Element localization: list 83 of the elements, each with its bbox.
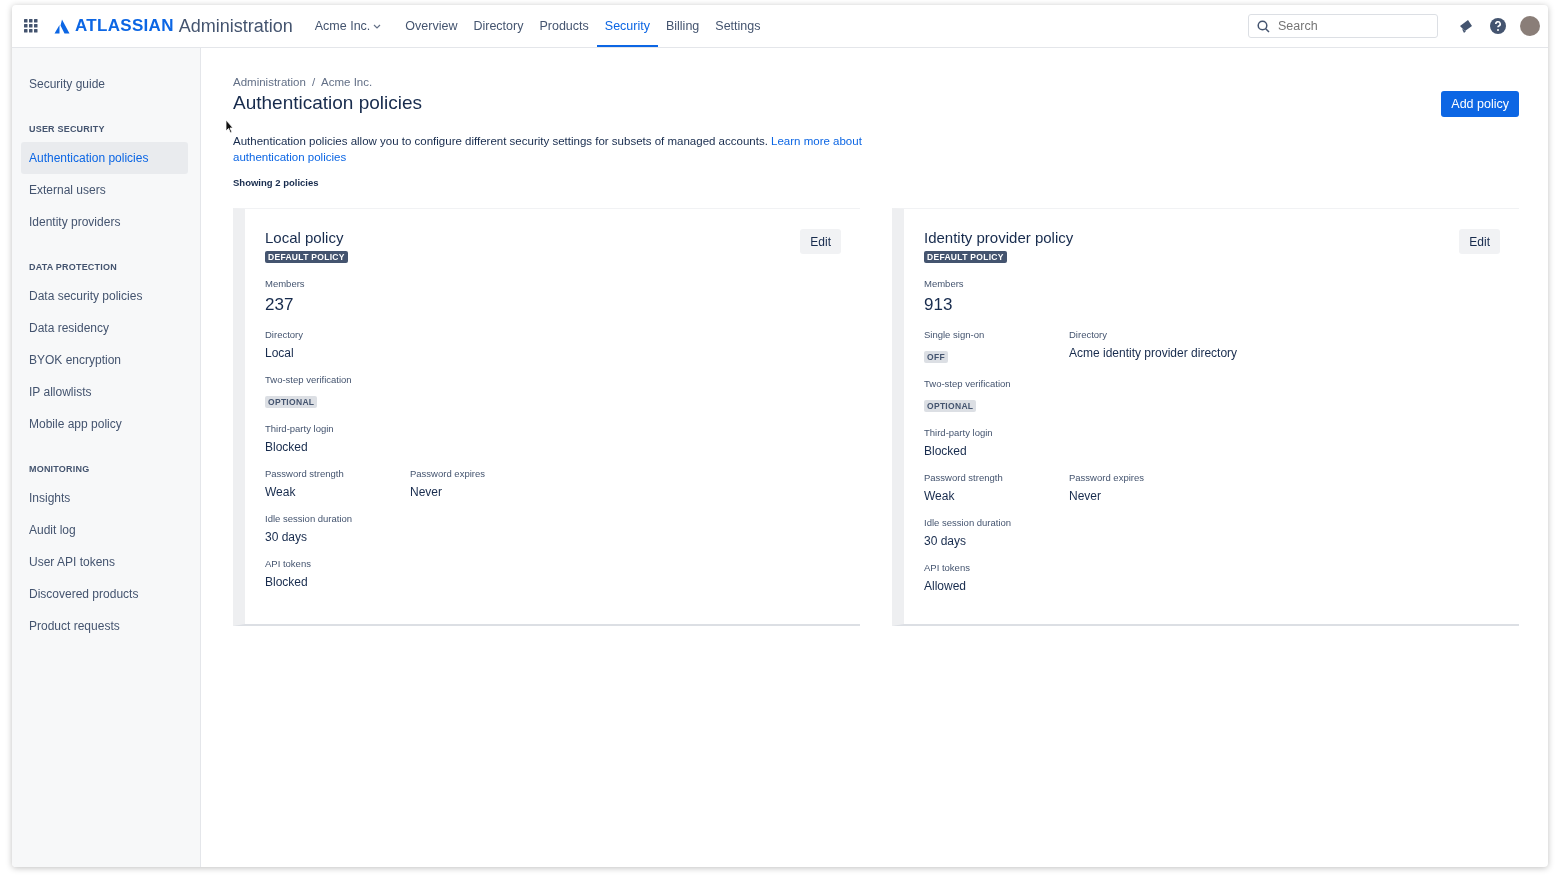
sidebar-item[interactable]: Identity providers — [21, 206, 188, 238]
sidebar-item[interactable]: BYOK encryption — [21, 344, 188, 376]
field-value: Never — [1069, 489, 1102, 503]
breadcrumb-link[interactable]: Administration — [233, 76, 306, 88]
field-value: Weak — [924, 489, 956, 503]
policy-title: Identity provider policy — [924, 229, 1074, 246]
field-label: Two-step verification — [265, 374, 353, 385]
field-value: Acme identity provider directory — [1069, 346, 1238, 360]
sidebar-item[interactable]: Data residency — [21, 312, 188, 344]
page-title: Authentication policies — [233, 92, 423, 114]
nav-tab[interactable]: Settings — [707, 5, 769, 47]
learn-more-link[interactable]: Learn more about — [771, 135, 862, 147]
field-value: Local — [265, 346, 295, 360]
nav-tab[interactable]: Security — [596, 5, 658, 47]
edit-button[interactable]: Edit — [800, 229, 841, 254]
sidebar-item[interactable]: Data security policies — [21, 280, 188, 312]
add-policy-button[interactable]: Add policy — [1441, 91, 1519, 117]
breadcrumb-link[interactable]: Acme Inc. — [321, 76, 373, 88]
field-value: 30 days — [265, 530, 309, 544]
default-policy-lozenge: DEFAULT POLICY — [265, 251, 348, 263]
pointer-cursor-icon — [225, 119, 234, 134]
field-label: Members — [924, 278, 965, 289]
nav-tab[interactable]: Overview — [397, 5, 466, 47]
sidebar-item[interactable]: Security guide — [21, 68, 188, 100]
policy-title: Local policy — [265, 229, 345, 246]
status-lozenge: OPTIONAL — [265, 396, 318, 408]
field-value: Blocked — [265, 575, 309, 589]
breadcrumb-separator: / — [311, 76, 316, 88]
help-icon[interactable] — [1489, 17, 1507, 35]
brand-name: ATLASSIAN — [75, 16, 174, 36]
search-field[interactable]: Search — [1248, 14, 1438, 38]
search-icon — [1257, 19, 1270, 33]
learn-more-link[interactable]: authentication policies — [233, 151, 347, 163]
page-description: Authentication policies allow you to configure different security settings for subsets of managed accounts. Learn more about authentication policies — [233, 134, 863, 165]
field-label: Single sign-on — [924, 329, 986, 340]
field-value: Blocked — [924, 444, 968, 458]
field-label: API tokens — [265, 558, 312, 569]
policy-count: Showing 2 policies — [233, 177, 320, 188]
sidebar-heading: DATA PROTECTION — [28, 261, 118, 274]
field-label: Third-party login — [924, 427, 994, 438]
field-value: Never — [410, 485, 443, 499]
sidebar-item[interactable]: User API tokens — [21, 546, 188, 578]
logo-icon — [54, 18, 70, 34]
field-label: Third-party login — [265, 423, 335, 434]
field-label: Password expires — [1069, 472, 1144, 483]
field-value: Weak — [265, 485, 297, 499]
sidebar-item[interactable]: Discovered products — [21, 578, 188, 610]
field-label: Idle session duration — [265, 513, 354, 524]
field-label: Password strength — [265, 468, 345, 479]
sidebar-heading: MONITORING — [28, 463, 91, 476]
field-label: Directory — [265, 329, 304, 340]
user-avatar[interactable] — [1520, 16, 1540, 36]
sidebar-item[interactable]: Audit log — [21, 514, 188, 546]
field-label: Two-step verification — [924, 378, 1012, 389]
field-label: Directory — [1069, 329, 1108, 340]
nav-tab[interactable]: Directory — [465, 5, 532, 47]
field-label: Password strength — [924, 472, 1004, 483]
sidebar-heading: USER SECURITY — [28, 123, 106, 136]
field-value: Blocked — [265, 440, 309, 454]
field-value: 913 — [924, 295, 954, 315]
org-switcher[interactable]: Acme Inc. — [314, 19, 382, 33]
nav-tab[interactable]: Products — [531, 5, 597, 47]
field-label: Idle session duration — [924, 517, 1013, 528]
app-switcher-icon[interactable] — [24, 19, 38, 33]
sidebar-item[interactable]: Product requests — [21, 610, 188, 642]
sidebar-item[interactable]: Insights — [21, 482, 188, 514]
chevron-down-icon — [373, 23, 382, 29]
app-name: Administration — [178, 15, 293, 37]
nav-tab[interactable]: Billing — [657, 5, 708, 47]
status-lozenge: OFF — [924, 351, 948, 363]
status-lozenge: OPTIONAL — [924, 400, 977, 412]
field-label: Members — [265, 278, 306, 289]
field-label: Password expires — [410, 468, 485, 479]
field-label: API tokens — [924, 562, 971, 573]
field-value: Allowed — [924, 579, 968, 593]
sidebar-item[interactable]: IP allowlists — [21, 376, 188, 408]
sidebar-item[interactable]: Authentication policies — [21, 142, 188, 174]
sidebar-item[interactable]: Mobile app policy — [21, 408, 188, 440]
edit-button[interactable]: Edit — [1459, 229, 1500, 254]
default-policy-lozenge: DEFAULT POLICY — [924, 251, 1007, 263]
field-value: 237 — [265, 295, 295, 315]
sidebar-item[interactable]: External users — [21, 174, 188, 206]
field-value: 30 days — [924, 534, 968, 548]
